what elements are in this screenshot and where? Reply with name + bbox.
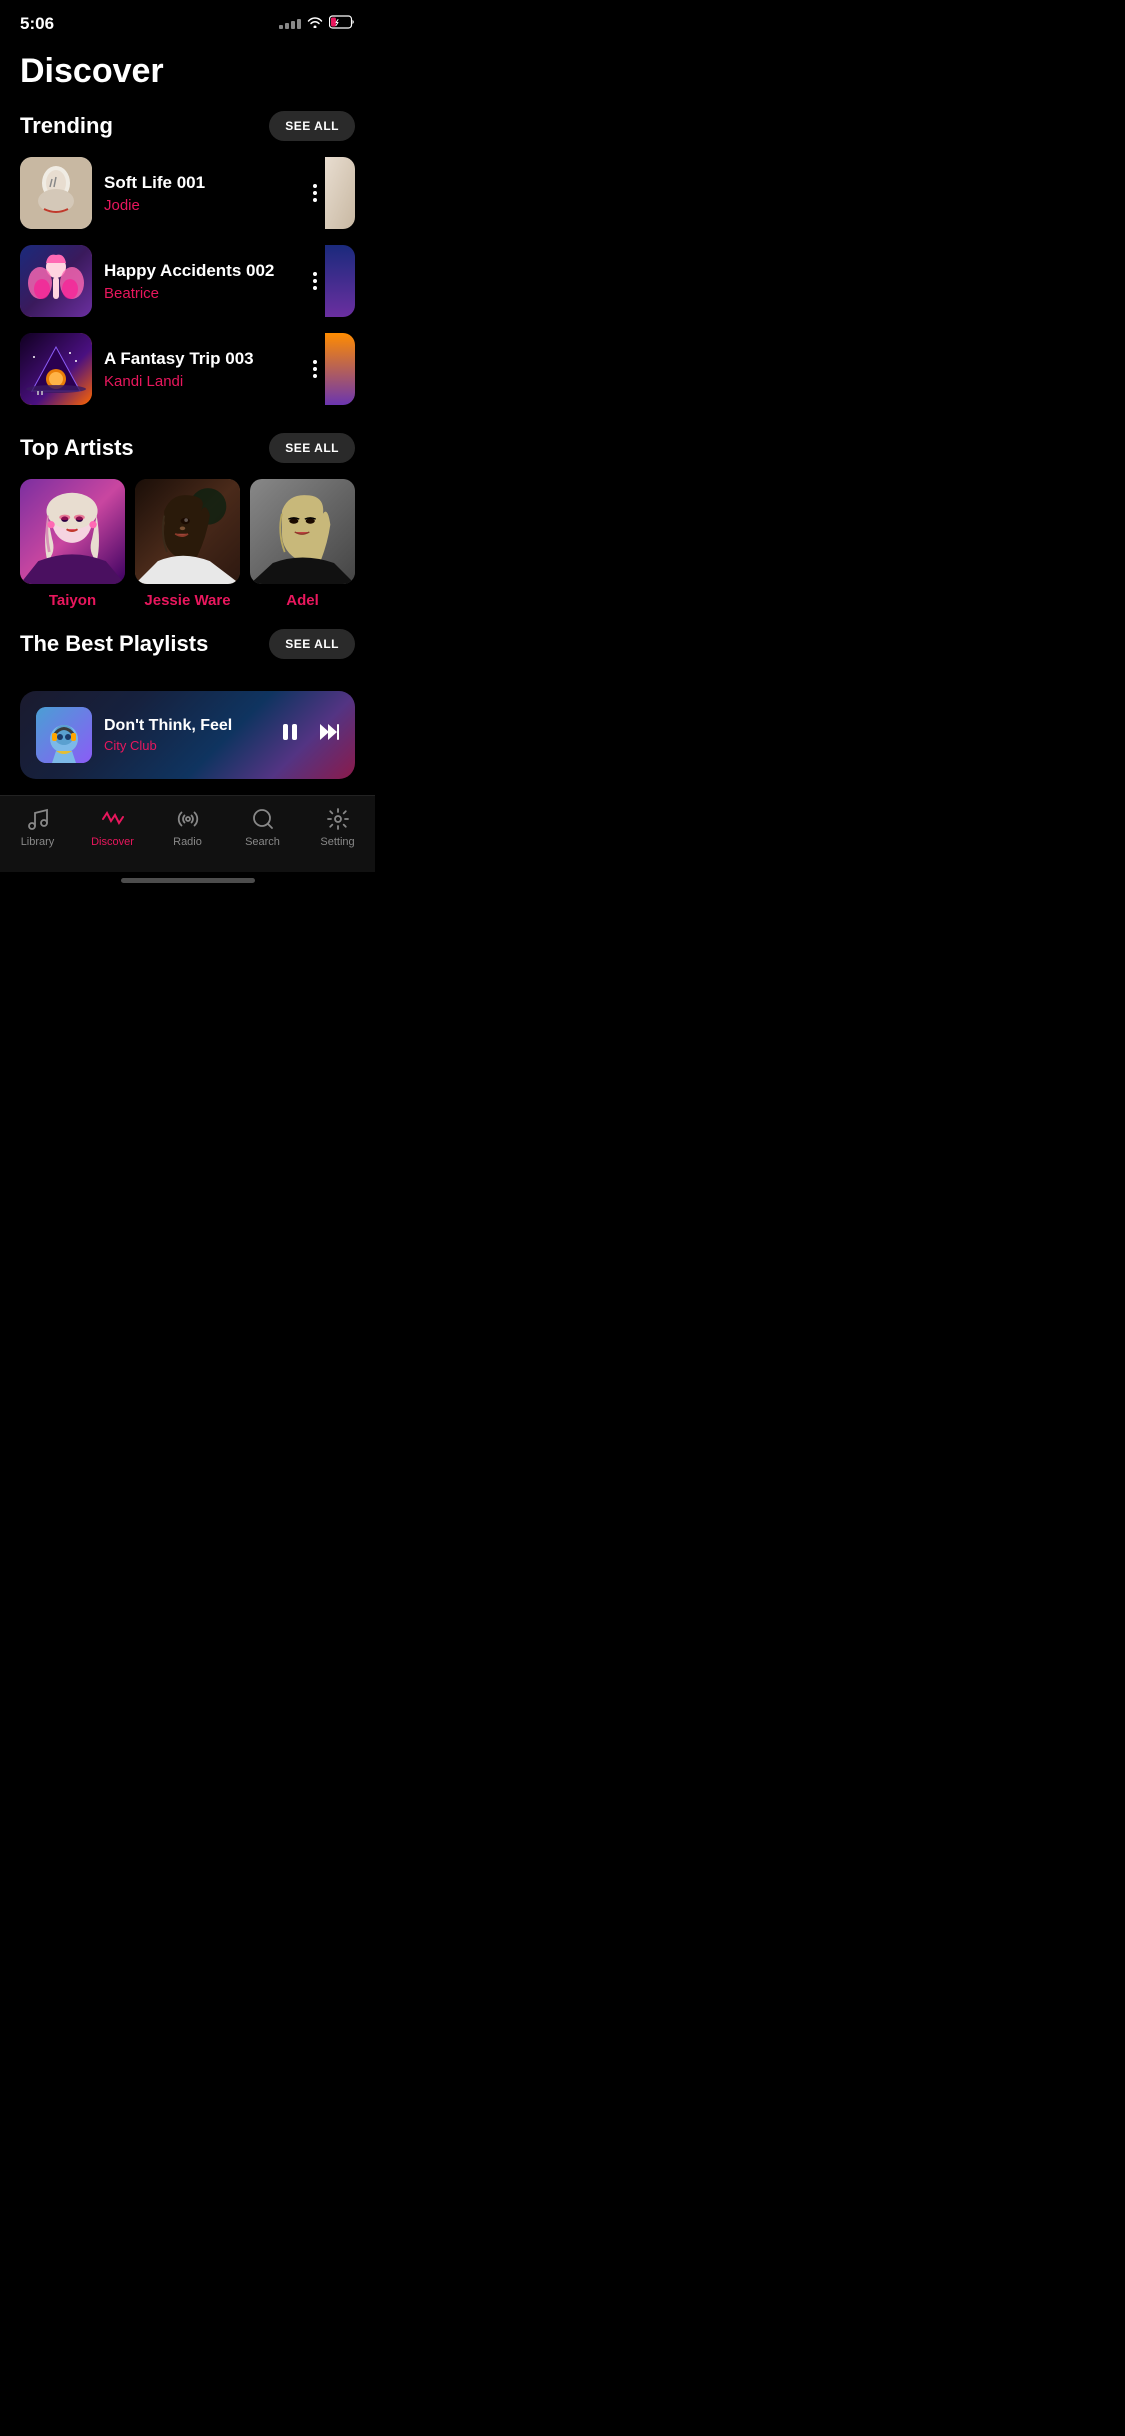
best-playlists-section-header: The Best Playlists SEE ALL bbox=[0, 629, 375, 675]
trending-info-1: Soft Life 001 Jodie bbox=[92, 173, 305, 214]
tab-discover-label: Discover bbox=[91, 836, 134, 848]
trending-section-header: Trending SEE ALL bbox=[0, 111, 375, 157]
artist-name-adel: Adel bbox=[250, 592, 355, 609]
signal-icon bbox=[279, 19, 301, 29]
tab-radio[interactable]: Radio bbox=[150, 806, 225, 848]
tab-search-label: Search bbox=[245, 836, 280, 848]
status-bar: 5:06 bbox=[0, 0, 375, 42]
skip-forward-button[interactable] bbox=[317, 721, 339, 749]
artist-card-adel[interactable]: Adel bbox=[250, 479, 355, 609]
artist-name-taiyon: Taiyon bbox=[20, 592, 125, 609]
trending-track-name-2: Happy Accidents 002 bbox=[104, 261, 293, 281]
status-time: 5:06 bbox=[20, 14, 54, 34]
home-indicator bbox=[0, 872, 375, 887]
trending-artist-3: Kandi Landi bbox=[104, 373, 293, 390]
trending-more-button-2[interactable] bbox=[305, 264, 325, 298]
trending-item[interactable]: Happy Accidents 002 Beatrice bbox=[20, 245, 355, 317]
trending-preview-3 bbox=[325, 333, 355, 405]
trending-more-button-3[interactable] bbox=[305, 352, 325, 386]
trending-info-3: A Fantasy Trip 003 Kandi Landi bbox=[92, 349, 305, 390]
trending-item[interactable]: Soft Life 001 Jodie bbox=[20, 157, 355, 229]
tab-setting[interactable]: Setting bbox=[300, 806, 375, 848]
tab-library[interactable]: Library bbox=[0, 806, 75, 848]
trending-thumb-2 bbox=[20, 245, 92, 317]
best-playlists-see-all-button[interactable]: SEE ALL bbox=[269, 629, 355, 659]
search-icon bbox=[250, 806, 276, 832]
trending-artist-1: Jodie bbox=[104, 197, 293, 214]
wifi-icon bbox=[307, 15, 323, 33]
trending-item[interactable]: A Fantasy Trip 003 Kandi Landi bbox=[20, 333, 355, 405]
trending-thumb-3 bbox=[20, 333, 92, 405]
now-playing-thumb bbox=[36, 707, 92, 763]
setting-icon bbox=[325, 806, 351, 832]
top-artists-see-all-button[interactable]: SEE ALL bbox=[269, 433, 355, 463]
now-playing-subtitle: City Club bbox=[104, 738, 267, 753]
trending-thumb-1 bbox=[20, 157, 92, 229]
artist-card-jessie-ware[interactable]: Jessie Ware bbox=[135, 479, 240, 609]
top-artists-section: Top Artists SEE ALL bbox=[0, 433, 375, 609]
discover-icon bbox=[100, 806, 126, 832]
tab-radio-label: Radio bbox=[173, 836, 202, 848]
now-playing-bar[interactable]: Don't Think, Feel City Club bbox=[20, 691, 355, 779]
artist-name-jessie-ware: Jessie Ware bbox=[135, 592, 240, 609]
trending-track-name-3: A Fantasy Trip 003 bbox=[104, 349, 293, 369]
tab-bar: Library Discover Radio bbox=[0, 795, 375, 872]
trending-preview-2 bbox=[325, 245, 355, 317]
battery-icon bbox=[329, 15, 355, 34]
trending-track-name-1: Soft Life 001 bbox=[104, 173, 293, 193]
now-playing-controls bbox=[279, 721, 339, 749]
page-title: Discover bbox=[0, 42, 375, 111]
trending-see-all-button[interactable]: SEE ALL bbox=[269, 111, 355, 141]
best-playlists-section: The Best Playlists SEE ALL bbox=[0, 629, 375, 675]
tab-search[interactable]: Search bbox=[225, 806, 300, 848]
trending-section-title: Trending bbox=[20, 113, 113, 139]
artist-photo-jessie-ware bbox=[135, 479, 240, 584]
artist-card-taiyon[interactable]: Taiyon bbox=[20, 479, 125, 609]
home-indicator-bar bbox=[121, 878, 255, 883]
trending-info-2: Happy Accidents 002 Beatrice bbox=[92, 261, 305, 302]
now-playing-title: Don't Think, Feel bbox=[104, 717, 267, 735]
tab-discover[interactable]: Discover bbox=[75, 806, 150, 848]
trending-preview-1 bbox=[325, 157, 355, 229]
pause-button[interactable] bbox=[279, 721, 301, 749]
trending-more-button-1[interactable] bbox=[305, 176, 325, 210]
now-playing-info: Don't Think, Feel City Club bbox=[92, 717, 279, 753]
status-icons bbox=[279, 15, 355, 34]
trending-list: Soft Life 001 Jodie bbox=[0, 157, 375, 421]
tab-setting-label: Setting bbox=[320, 836, 354, 848]
top-artists-section-title: Top Artists bbox=[20, 435, 134, 461]
top-artists-section-header: Top Artists SEE ALL bbox=[0, 433, 375, 479]
trending-artist-2: Beatrice bbox=[104, 285, 293, 302]
artist-photo-adel bbox=[250, 479, 355, 584]
tab-library-label: Library bbox=[21, 836, 55, 848]
artist-photo-taiyon bbox=[20, 479, 125, 584]
library-icon bbox=[25, 806, 51, 832]
artists-row: Taiyon bbox=[0, 479, 375, 609]
best-playlists-section-title: The Best Playlists bbox=[20, 631, 208, 657]
radio-icon bbox=[175, 806, 201, 832]
